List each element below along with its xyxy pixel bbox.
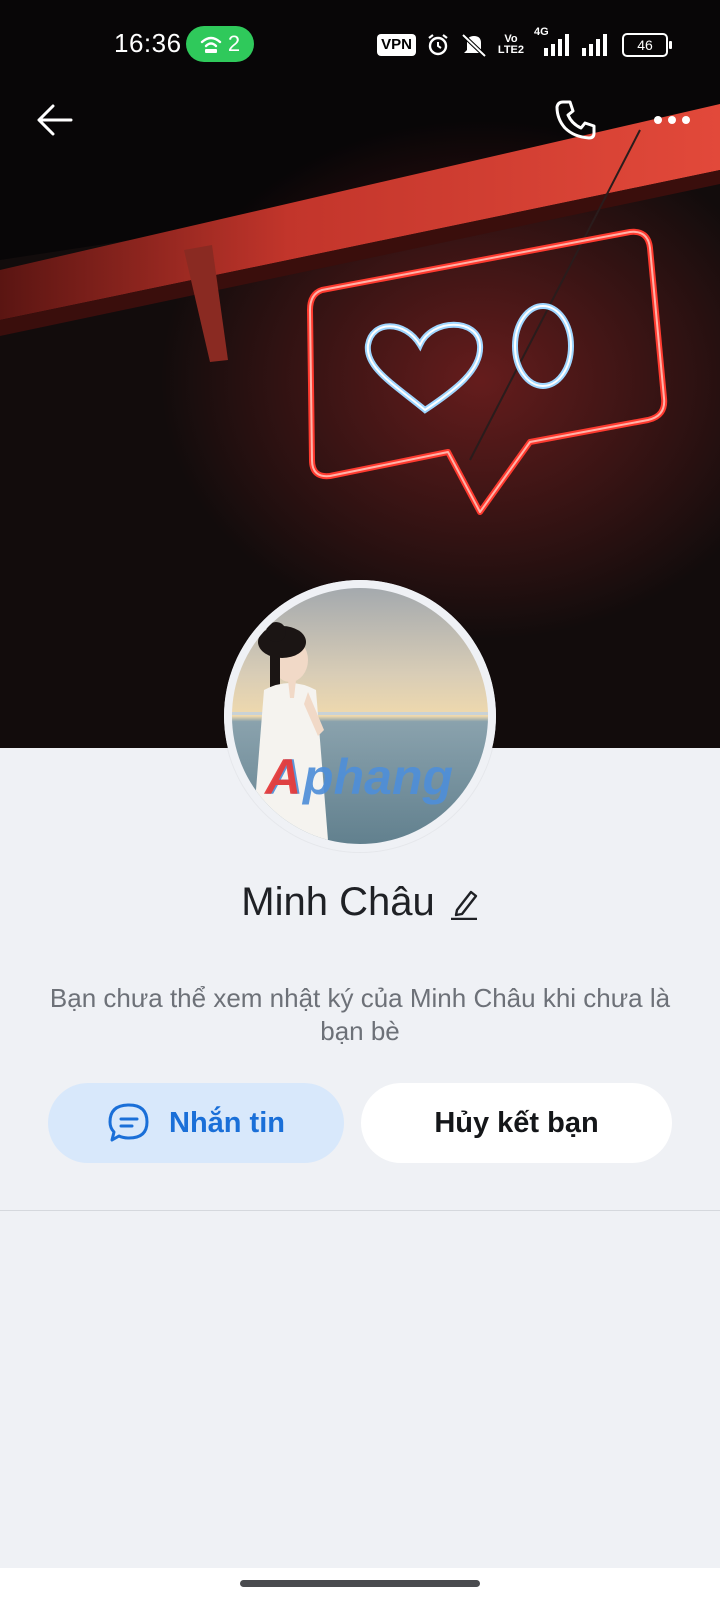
privacy-note: Bạn chưa thể xem nhật ký của Minh Châu k… bbox=[49, 983, 671, 1046]
svg-text:A: A bbox=[263, 749, 301, 805]
message-button-label: Nhắn tin bbox=[169, 1106, 285, 1139]
alarm-icon bbox=[428, 34, 448, 56]
system-nav-bar bbox=[0, 1568, 720, 1600]
volte-indicator: Vo LTE2 bbox=[498, 34, 524, 56]
more-button[interactable] bbox=[644, 92, 700, 148]
avatar-photo: Aphang A bbox=[224, 580, 496, 852]
signal-bars-sim2-icon bbox=[582, 34, 607, 56]
status-bar: 16:36 2 VPN Vo LTE2 4G 46 bbox=[0, 0, 720, 90]
hotspot-indicator[interactable]: 2 bbox=[186, 26, 254, 62]
message-button[interactable]: Nhắn tin bbox=[48, 1083, 344, 1163]
status-time: 16:36 bbox=[114, 28, 182, 58]
pencil-icon[interactable] bbox=[449, 886, 479, 920]
call-button[interactable] bbox=[548, 92, 604, 148]
hotspot-count: 2 bbox=[227, 31, 241, 56]
signal-sim1: 4G bbox=[534, 26, 570, 58]
battery-indicator: 46 bbox=[622, 33, 672, 57]
arrow-left-icon bbox=[37, 104, 73, 136]
vpn-badge: VPN bbox=[377, 34, 416, 56]
network-type: 4G bbox=[534, 26, 549, 38]
profile-name: Minh Châu bbox=[241, 880, 435, 924]
back-button[interactable] bbox=[27, 92, 83, 148]
profile-name-row: Minh Châu bbox=[0, 880, 720, 925]
avatar[interactable]: Aphang A bbox=[224, 580, 496, 852]
bell-muted-icon bbox=[461, 33, 487, 58]
action-buttons: Nhắn tin Hủy kết bạn bbox=[48, 1083, 672, 1163]
unfriend-button-label: Hủy kết bạn bbox=[434, 1106, 599, 1139]
chat-bubble-icon bbox=[108, 1103, 149, 1142]
unfriend-button[interactable]: Hủy kết bạn bbox=[361, 1083, 672, 1163]
section-divider bbox=[0, 1210, 720, 1211]
hotspot-icon bbox=[200, 36, 222, 53]
more-dots-icon bbox=[654, 116, 690, 124]
home-indicator[interactable] bbox=[240, 1580, 480, 1587]
status-icons: VPN Vo LTE2 4G 46 bbox=[377, 26, 672, 60]
profile-screen: 16:36 2 VPN Vo LTE2 4G 46 Aphang A Minh … bbox=[0, 0, 720, 1600]
phone-icon bbox=[555, 100, 596, 140]
volte-bottom: LTE2 bbox=[497, 44, 524, 56]
